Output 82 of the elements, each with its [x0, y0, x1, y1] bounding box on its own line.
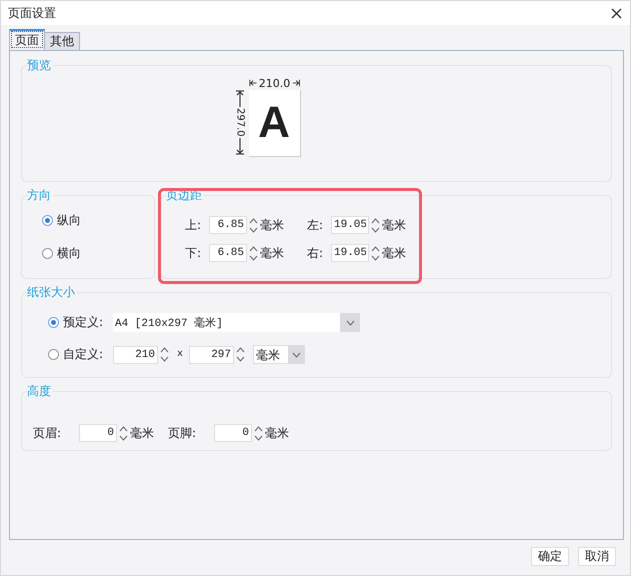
spin-down-button[interactable] — [235, 354, 246, 364]
dialog-button[interactable]: 确定 — [531, 547, 569, 566]
radio-button[interactable] — [48, 349, 59, 360]
spin-down-button[interactable] — [248, 253, 259, 262]
height-arrow-icon — [234, 90, 244, 108]
dropdown-chevron-icon — [346, 320, 354, 326]
spin-down-button[interactable] — [253, 433, 264, 442]
radio-button[interactable] — [48, 317, 59, 328]
spin-down-button[interactable] — [370, 253, 381, 262]
tab[interactable]: 页面 — [9, 29, 45, 50]
radio-label: 自定义: — [63, 346, 104, 363]
spin-up-button[interactable] — [370, 216, 381, 225]
number-field[interactable]: 6.85 — [209, 244, 247, 262]
number-field[interactable]: 297 — [189, 346, 234, 364]
up-chevron-icon — [371, 218, 380, 224]
up-chevron-icon — [249, 218, 258, 224]
times-sign: x — [177, 349, 184, 360]
field-label: 右: — [307, 244, 324, 262]
radio-button[interactable] — [42, 215, 53, 226]
window-title: 页面设置 — [8, 4, 56, 22]
spin-down-button[interactable] — [370, 225, 381, 234]
number-field[interactable]: 210 — [113, 346, 158, 364]
spin-up-button[interactable] — [159, 346, 170, 354]
group-title: 预览 — [27, 58, 53, 72]
radio-label: 预定义: — [63, 314, 104, 331]
unit-label: 毫米 — [260, 244, 284, 262]
spin-up-button[interactable] — [248, 216, 259, 225]
down-chevron-icon — [119, 434, 128, 440]
number-field[interactable]: 6.85 — [209, 216, 247, 234]
unit-label: 毫米 — [130, 424, 154, 442]
down-chevron-icon — [371, 254, 380, 260]
down-chevron-icon — [249, 254, 258, 260]
spin-down-button[interactable] — [118, 433, 129, 442]
spin-up-button[interactable] — [248, 244, 259, 253]
dropdown-chevron-icon — [292, 352, 301, 358]
up-chevron-icon — [254, 426, 263, 432]
tab[interactable]: 其他 — [44, 32, 80, 50]
unit-label: 毫米 — [260, 216, 284, 234]
width-arrow-icon — [248, 78, 257, 88]
up-chevron-icon — [371, 246, 380, 252]
field-label: 页脚: — [168, 424, 198, 442]
group-title: 方向 — [27, 188, 53, 202]
up-chevron-icon — [249, 246, 258, 252]
up-chevron-icon — [160, 347, 169, 353]
number-field[interactable]: 0 — [79, 424, 117, 442]
spin-down-button[interactable] — [248, 225, 259, 234]
number-field[interactable]: 19.05 — [331, 216, 369, 234]
width-arrow-icon — [292, 78, 300, 88]
radio-label: 纵向 — [57, 212, 81, 229]
field-label: 上: — [185, 216, 202, 234]
spin-up-button[interactable] — [118, 424, 129, 433]
unit-label: 毫米 — [382, 216, 406, 234]
spin-up-button[interactable] — [370, 244, 381, 253]
down-chevron-icon — [371, 226, 380, 232]
spin-up-button[interactable] — [253, 424, 264, 433]
number-field[interactable]: 0 — [214, 424, 252, 442]
field-label: 左: — [307, 216, 324, 234]
down-chevron-icon — [254, 434, 263, 440]
height-arrow-icon — [234, 136, 244, 155]
radio-button[interactable] — [42, 248, 53, 259]
unit-label: 毫米 — [382, 244, 406, 262]
up-chevron-icon — [236, 347, 246, 353]
spin-up-button[interactable] — [235, 346, 246, 354]
height-label: 297.0 — [234, 108, 246, 137]
field-label: 页眉: — [33, 424, 62, 442]
close-icon[interactable] — [611, 8, 622, 18]
page-letter: A — [258, 98, 290, 148]
unit-dropdown[interactable]: 毫米 — [253, 345, 306, 364]
down-chevron-icon — [236, 356, 246, 362]
unit-label: 毫米 — [265, 424, 289, 442]
group-title: 纸张大小 — [27, 285, 77, 299]
group-title: 高度 — [27, 384, 53, 398]
radio-label: 横向 — [57, 245, 81, 262]
spin-down-button[interactable] — [159, 354, 170, 364]
dialog-button[interactable]: 取消 — [578, 547, 616, 566]
width-label: 210.0 — [258, 76, 290, 90]
paper-size-dropdown[interactable]: A4 [210x297 毫米] — [113, 313, 360, 332]
down-chevron-icon — [160, 356, 169, 362]
number-field[interactable]: 19.05 — [331, 244, 369, 262]
down-chevron-icon — [249, 226, 258, 232]
up-chevron-icon — [119, 426, 128, 432]
field-label: 下: — [185, 244, 202, 262]
